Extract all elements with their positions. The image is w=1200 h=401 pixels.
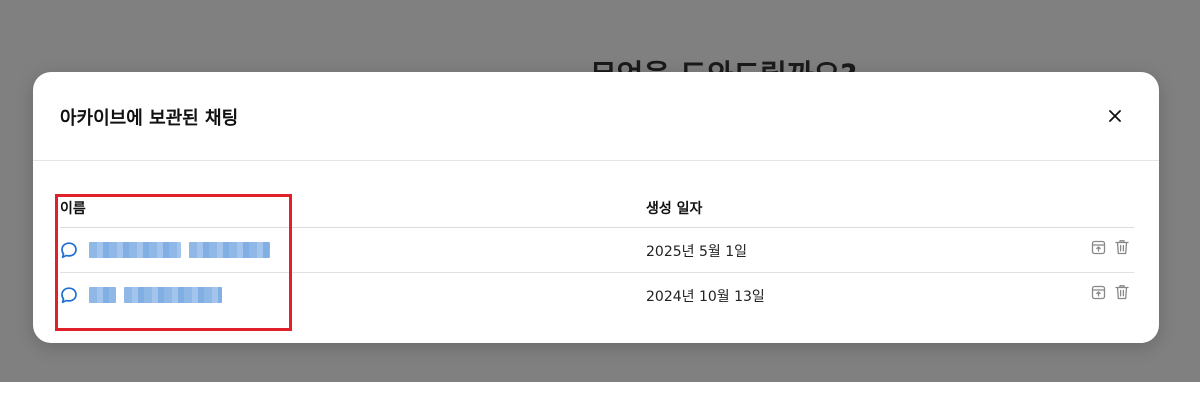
unarchive-button[interactable] [1090, 283, 1106, 301]
delete-button[interactable] [1114, 283, 1130, 301]
unarchive-icon [1091, 285, 1105, 299]
trash-icon [1115, 285, 1129, 300]
chat-bubble-icon [61, 287, 77, 304]
blurred-title-part [189, 241, 270, 258]
trash-icon [1115, 240, 1129, 255]
table-row[interactable]: 2024년 10월 13일 [60, 273, 1134, 317]
delete-button[interactable] [1114, 238, 1130, 256]
modal-header: 아카이브에 보관된 채팅 [33, 72, 1159, 161]
modal-title: 아카이브에 보관된 채팅 [60, 108, 239, 129]
table-row[interactable]: 2025년 5월 1일 [60, 228, 1134, 273]
blurred-title-part [89, 241, 181, 258]
table-header: 이름 생성 일자 [60, 190, 1134, 228]
blurred-title-part [89, 286, 116, 303]
close-button[interactable] [1101, 102, 1129, 130]
unarchive-icon [1091, 240, 1105, 254]
close-icon [1109, 110, 1121, 122]
chat-title-link[interactable] [89, 286, 230, 303]
created-date: 2024년 10월 13일 [646, 289, 765, 305]
row-actions [1090, 283, 1130, 301]
archived-chats-modal: 아카이브에 보관된 채팅 이름 생성 일자 2025년 5월 1일 2024년 … [33, 72, 1159, 343]
unarchive-button[interactable] [1090, 238, 1106, 256]
row-actions [1090, 238, 1130, 256]
blurred-title-part [124, 286, 222, 303]
column-header-created-date: 생성 일자 [646, 201, 703, 217]
created-date: 2025년 5월 1일 [646, 244, 747, 260]
column-header-name: 이름 [60, 201, 86, 217]
chat-title-link[interactable] [89, 241, 278, 258]
archived-chats-table: 이름 생성 일자 2025년 5월 1일 2024년 10월 13일 [60, 190, 1134, 317]
chat-bubble-icon [61, 242, 77, 259]
